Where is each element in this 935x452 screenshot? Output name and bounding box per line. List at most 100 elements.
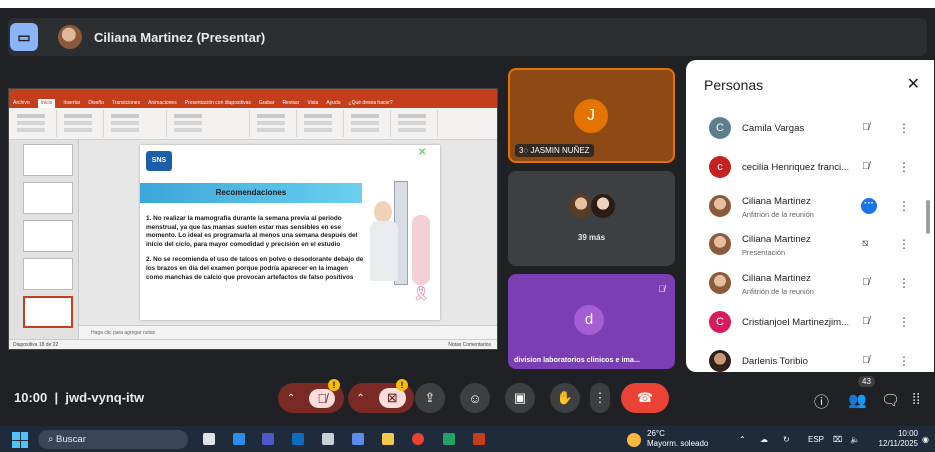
ribbon-group: [300, 110, 344, 137]
chevron-up-icon[interactable]: ⌃: [287, 393, 295, 404]
avatar: d: [574, 305, 604, 335]
list-item[interactable]: Ciliana Martinez Anfitrión de la reunión…: [686, 265, 926, 304]
more-options-button[interactable]: ⋮: [590, 383, 610, 413]
powerpoint-titlebar: [9, 89, 497, 99]
participant-tile-division[interactable]: 🎙̸ d division laboratorios clinicos e im…: [508, 274, 675, 369]
ribbon-tab: Revisar: [282, 100, 300, 106]
mic-off-icon[interactable]: 🎙̸: [862, 355, 870, 366]
patient-body: [370, 221, 398, 281]
powerpoint-ribbon: [9, 108, 497, 140]
chevron-up-icon[interactable]: ⌃: [356, 393, 364, 404]
ribbon-tab: Grabar: [258, 100, 275, 106]
camera-off-icon[interactable]: ⊠: [378, 388, 406, 408]
present-icon[interactable]: ▭: [10, 23, 38, 51]
clock-time: 10:00: [897, 429, 918, 438]
slide-thumbnail: [23, 220, 73, 252]
widgets-icon[interactable]: [233, 433, 245, 445]
more-vert-icon[interactable]: ⋮: [898, 237, 910, 251]
avatar: C: [709, 117, 731, 139]
panel-scrollbar[interactable]: [926, 200, 930, 234]
mic-off-icon: 🎙̸: [658, 284, 665, 294]
warning-badge-icon: !: [328, 379, 340, 391]
slide-text: 1. No realizar la mamografía durante la …: [146, 215, 366, 289]
list-item[interactable]: Darlenis Toribio 🎙̸ ⋮: [686, 343, 926, 372]
participant-tile-jasmin[interactable]: J 3◌ JASMIN NUÑEZ: [508, 68, 675, 163]
clock-date: 12/11/2025: [878, 439, 918, 448]
more-vert-icon[interactable]: ⋮: [898, 354, 910, 368]
people-panel: Personas ✕ C Camila Vargas 🎙̸ ⋮ c cecili…: [686, 60, 934, 372]
more-vert-icon[interactable]: ⋮: [898, 160, 910, 174]
ribbon-tab: ¿Qué desea hacer?: [348, 100, 393, 106]
task-view-icon[interactable]: [203, 433, 215, 445]
participant-name: 3◌ JASMIN NUÑEZ: [515, 144, 594, 157]
emoji-button[interactable]: ☺: [460, 383, 490, 413]
participant-tile-more[interactable]: 39 más: [508, 171, 675, 266]
taskbar-clock[interactable]: 10:00 12/11/2025: [878, 429, 918, 449]
ribbon-tab: Diseño: [88, 100, 104, 106]
slide-paragraph-2: 2. No se recomienda el uso de talcos en …: [146, 256, 364, 281]
windows-start-icon[interactable]: [12, 432, 28, 448]
file-explorer-icon[interactable]: [382, 433, 394, 445]
search-icon: ⌕: [48, 434, 57, 445]
list-item[interactable]: c cecilia Henriquez franci... 🎙̸ ⋮: [686, 149, 926, 188]
mic-off-icon[interactable]: 🎙̸: [862, 316, 870, 327]
weather-widget[interactable]: 26°C Mayorm. soleado: [627, 429, 708, 449]
participant-name: Darlenis Toribio: [742, 355, 808, 367]
mammography-illustration: [368, 181, 434, 291]
info-icon[interactable]: ⓘ: [814, 391, 829, 412]
ribbon-tab: Inicio: [37, 99, 56, 108]
store-icon[interactable]: [352, 433, 364, 445]
language-indicator[interactable]: ESP: [808, 435, 824, 444]
captions-icon: ▣: [513, 390, 527, 405]
volume-icon[interactable]: 🔈: [850, 435, 860, 444]
ribbon-group: [347, 110, 391, 137]
sun-icon: [627, 433, 641, 447]
patient-head: [374, 201, 392, 223]
close-icon[interactable]: ✕: [907, 74, 920, 94]
powerpoint-icon[interactable]: [473, 433, 485, 445]
ribbon-tab: Vista: [307, 100, 319, 106]
teams-icon[interactable]: [262, 433, 274, 445]
more-vert-icon[interactable]: ⋮: [898, 276, 910, 290]
presentation-off-icon[interactable]: ⧅: [862, 238, 868, 249]
participant-name: Cristianjoel Martinezjim...: [742, 316, 850, 328]
more-vert-icon[interactable]: ⋮: [898, 315, 910, 329]
avatar: c: [709, 155, 731, 178]
more-vert-icon[interactable]: ⋮: [898, 199, 910, 213]
mic-off-icon[interactable]: 🎙̸: [862, 277, 870, 288]
list-item[interactable]: C Cristianjoel Martinezjim... 🎙̸ ⋮: [686, 304, 926, 343]
display-icon[interactable]: ⌧: [833, 435, 842, 444]
more-participants-count: 39 más: [577, 233, 606, 242]
more-vert-icon[interactable]: ⋮: [898, 121, 910, 135]
notifications-icon[interactable]: ◉: [922, 435, 929, 444]
ribbon-group: [107, 110, 167, 137]
presenter-title: Ciliana Martinez (Presentar): [94, 29, 266, 45]
activities-icon[interactable]: ⁞⁞: [912, 391, 920, 408]
list-item[interactable]: Ciliana Martinez Anfitrión de la reunión…: [686, 188, 926, 227]
mic-off-icon[interactable]: 🎙̸: [309, 388, 336, 408]
mic-off-icon[interactable]: 🎙̸: [862, 161, 870, 172]
people-icon[interactable]: 👥: [848, 391, 867, 409]
outlook-icon[interactable]: [292, 433, 304, 445]
participant-name: Ciliana Martinez: [742, 195, 811, 207]
app-icon[interactable]: [322, 433, 334, 445]
windows-taskbar: ⌕ Buscar 26°C Mayorm. soleado ⌃ ☁ ↻ ESP …: [0, 426, 935, 452]
app-tray-icon[interactable]: ↻: [783, 435, 790, 444]
hang-up-icon: ☎: [636, 390, 654, 405]
chevron-up-icon[interactable]: ⌃: [739, 435, 746, 444]
cloud-icon[interactable]: ☁: [760, 435, 768, 444]
participant-name: Camila Vargas: [742, 123, 805, 134]
ribbon-group: [170, 110, 250, 137]
list-item[interactable]: Ciliana Martinez Presentación ⧅ ⋮: [686, 226, 926, 265]
excel-icon[interactable]: [443, 433, 455, 445]
chat-icon[interactable]: 🗨: [881, 391, 900, 409]
captions-button[interactable]: ▣: [505, 383, 535, 413]
raise-hand-button[interactable]: ✋: [550, 383, 580, 413]
avatar: [709, 349, 731, 372]
mic-off-icon[interactable]: 🎙̸: [862, 122, 870, 133]
taskbar-search[interactable]: ⌕ Buscar: [38, 430, 188, 449]
chrome-icon[interactable]: [412, 433, 424, 445]
present-screen-button[interactable]: ⇪: [415, 383, 445, 413]
list-item[interactable]: C Camila Vargas 🎙̸ ⋮: [686, 110, 926, 149]
leave-call-button[interactable]: ☎: [621, 383, 669, 413]
